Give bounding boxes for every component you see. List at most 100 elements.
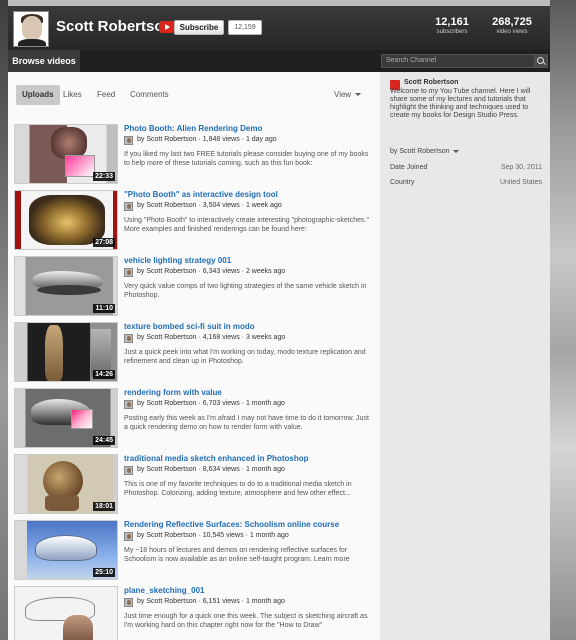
video-item[interactable]: 27:08 "Photo Booth" as interactive desig…	[8, 190, 380, 256]
video-duration: 25:10	[93, 568, 115, 577]
channel-page: Scott Robertson Subscribe 12,159 12,161 …	[8, 6, 550, 640]
video-description: Just a quick peek into what I'm working …	[124, 349, 366, 365]
stat-video-views-label: video views	[496, 29, 528, 35]
uploader-avatar	[124, 136, 133, 145]
country-value: United States	[499, 179, 542, 186]
video-meta-text: by Scott Robertson · 10,545 views · 1 mo…	[137, 532, 289, 539]
youtube-logo-icon	[159, 21, 175, 33]
video-duration: 14:26	[93, 370, 115, 379]
video-meta-text: by Scott Robertson · 1,848 views · 1 day…	[137, 136, 277, 143]
sidebar-by-label: by Scott Robertson	[390, 148, 450, 155]
uploader-avatar	[124, 466, 133, 475]
uploader-avatar	[124, 268, 133, 277]
country-label: Country	[390, 179, 415, 186]
video-duration: 18:01	[93, 502, 115, 511]
video-description: If you liked my last two FREE tutorials …	[124, 151, 369, 167]
tab-likes[interactable]: Likes	[63, 85, 82, 105]
video-description: Using "Photo Booth" to interactively cre…	[124, 217, 369, 233]
stat-video-views: 268,725 video views	[485, 16, 539, 35]
video-title-link[interactable]: Photo Booth: Alien Rendering Demo	[124, 124, 374, 133]
video-item[interactable]: plane_sketching_001 by Scott Robertson ·…	[8, 586, 380, 640]
video-meta: by Scott Robertson · 4,168 views · 3 wee…	[124, 334, 374, 344]
video-title-link[interactable]: "Photo Booth" as interactive design tool	[124, 190, 374, 199]
video-thumbnail[interactable]: 22:33	[14, 124, 118, 184]
stat-subscribers-label: subscribers	[436, 29, 468, 35]
video-item[interactable]: 24:45 rendering form with value by Scott…	[8, 388, 380, 454]
stat-subscribers: 12,161 subscribers	[430, 16, 474, 35]
video-item[interactable]: 25:10 Rendering Reflective Surfaces: Sch…	[8, 520, 380, 586]
video-item[interactable]: 22:33 Photo Booth: Alien Rendering Demo …	[8, 124, 380, 190]
video-title-link[interactable]: vehicle lighting strategy 001	[124, 256, 374, 265]
video-thumbnail[interactable]: 14:26	[14, 322, 118, 382]
video-thumbnail[interactable]: 27:08	[14, 190, 118, 250]
video-description: This is one of my favorite techniques to…	[124, 481, 352, 497]
video-thumbnail[interactable]: 25:10	[14, 520, 118, 580]
video-meta-text: by Scott Robertson · 6,343 views · 2 wee…	[137, 268, 286, 275]
channel-header: Scott Robertson Subscribe 12,159 12,161 …	[8, 6, 550, 50]
video-meta: by Scott Robertson · 1,848 views · 1 day…	[124, 136, 374, 146]
channel-title: Scott Robertson	[56, 18, 173, 35]
background-right	[550, 0, 576, 640]
video-description: My ~18 hours of lectures and demos on re…	[124, 547, 350, 563]
video-meta-text: by Scott Robertson · 4,168 views · 3 wee…	[137, 334, 286, 341]
search-channel-input[interactable]: Search Channel	[381, 54, 535, 68]
subscribe-button[interactable]: Subscribe	[174, 20, 224, 35]
video-item[interactable]: 11:10 vehicle lighting strategy 001 by S…	[8, 256, 380, 322]
video-item[interactable]: 18:01 traditional media sketch enhanced …	[8, 454, 380, 520]
video-title-link[interactable]: plane_sketching_001	[124, 586, 374, 595]
view-dropdown-label: View	[334, 90, 352, 99]
video-duration: 27:08	[93, 238, 115, 247]
browse-videos-tab[interactable]: Browse videos	[8, 50, 80, 72]
video-thumbnail[interactable]: 11:10	[14, 256, 118, 316]
channel-navbar: Browse videos Search Channel	[8, 50, 550, 72]
view-dropdown[interactable]: View	[334, 90, 362, 99]
video-item[interactable]: 14:26 texture bombed sci-fi suit in modo…	[8, 322, 380, 388]
video-meta: by Scott Robertson · 6,343 views · 2 wee…	[124, 268, 374, 278]
uploader-avatar	[124, 598, 133, 607]
video-meta: by Scott Robertson · 6,703 views · 1 mon…	[124, 400, 374, 410]
video-description: Posting early this week as I'm afraid I …	[124, 415, 369, 431]
video-thumbnail[interactable]: 24:45	[14, 388, 118, 448]
video-meta: by Scott Robertson · 8,634 views · 1 mon…	[124, 466, 374, 476]
tab-comments[interactable]: Comments	[130, 85, 169, 105]
video-meta: by Scott Robertson · 6,151 views · 1 mon…	[124, 598, 374, 608]
video-panel: Uploads Likes Feed Comments View 22:33 P…	[8, 72, 380, 640]
sidebar-by-dropdown[interactable]: by Scott Robertson	[390, 148, 459, 155]
video-duration: 24:45	[93, 436, 115, 445]
search-icon[interactable]	[534, 54, 548, 68]
channel-description: Welcome to my You Tube channel. Here I w…	[390, 88, 531, 119]
channel-sidebar: Scott Robertson Welcome to my You Tube c…	[380, 72, 550, 640]
date-joined-value: Sep 30, 2011	[500, 164, 542, 171]
date-joined-label: Date Joined	[390, 164, 428, 171]
chevron-down-icon	[355, 93, 362, 97]
video-title-link[interactable]: texture bombed sci-fi suit in modo	[124, 322, 374, 331]
video-thumbnail[interactable]: 18:01	[14, 454, 118, 514]
video-title-link[interactable]: rendering form with value	[124, 388, 374, 397]
video-meta-text: by Scott Robertson · 6,703 views · 1 mon…	[137, 400, 285, 407]
background-left	[0, 0, 8, 640]
tab-feed[interactable]: Feed	[97, 85, 115, 105]
video-duration: 22:33	[93, 172, 115, 181]
video-description: Just time enough for a quick one this we…	[124, 613, 368, 629]
video-meta-text: by Scott Robertson · 8,634 views · 1 mon…	[137, 466, 285, 473]
video-description: Very quick value comps of two lighting s…	[124, 283, 367, 299]
subscriber-count-bubble: 12,159	[228, 20, 262, 35]
video-meta: by Scott Robertson · 10,545 views · 1 mo…	[124, 532, 374, 542]
video-duration: 11:10	[93, 304, 115, 313]
uploader-avatar	[124, 400, 133, 409]
chevron-down-icon	[452, 149, 459, 153]
video-thumbnail[interactable]	[14, 586, 118, 640]
uploader-avatar	[124, 334, 133, 343]
video-title-link[interactable]: traditional media sketch enhanced in Pho…	[124, 454, 374, 463]
channel-avatar[interactable]	[13, 11, 49, 47]
sidebar-channel-name[interactable]: Scott Robertson	[404, 79, 458, 86]
video-meta: by Scott Robertson · 3,504 views · 1 wee…	[124, 202, 374, 212]
uploader-avatar	[124, 532, 133, 541]
video-title-link[interactable]: Rendering Reflective Surfaces: Schoolism…	[124, 520, 374, 529]
video-tabs: Uploads Likes Feed Comments View	[8, 72, 380, 114]
stat-video-views-number: 268,725	[492, 16, 532, 28]
video-meta-text: by Scott Robertson · 6,151 views · 1 mon…	[137, 598, 285, 605]
uploader-avatar	[124, 202, 133, 211]
tab-uploads[interactable]: Uploads	[16, 85, 60, 105]
stat-subscribers-number: 12,161	[435, 16, 469, 28]
